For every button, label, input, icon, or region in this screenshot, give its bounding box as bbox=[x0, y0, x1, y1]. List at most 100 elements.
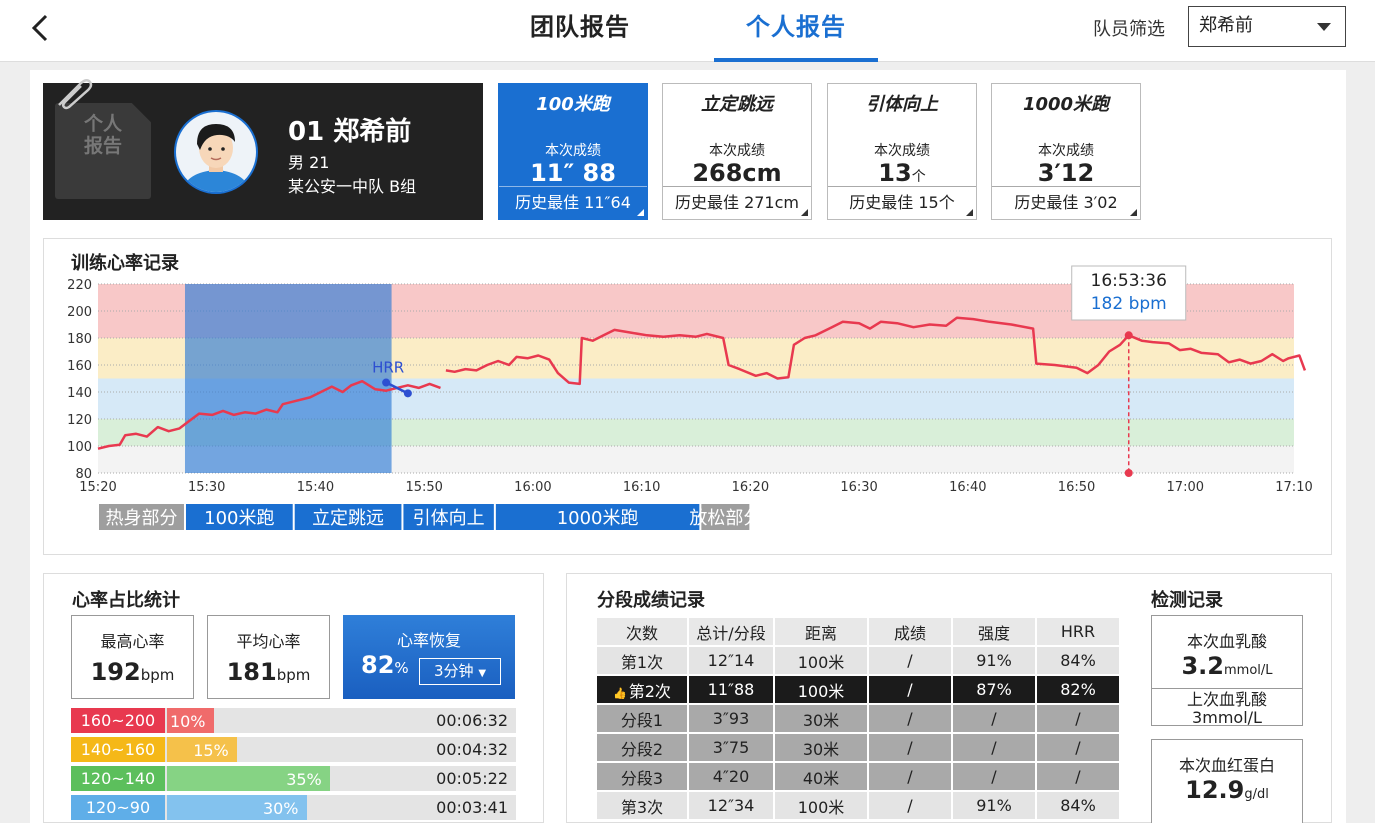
segment-cell: 91% bbox=[953, 647, 1035, 674]
hr-recovery-value: 82% bbox=[361, 651, 409, 679]
segment-column-header: HRR bbox=[1037, 618, 1119, 645]
member-filter-value: 郑希前 bbox=[1199, 15, 1253, 36]
athlete-name: 01 郑希前 bbox=[288, 117, 412, 147]
segment-cell: 30米 bbox=[775, 734, 867, 761]
marker-time: 16:53:36 bbox=[1091, 271, 1167, 291]
score-card-1000m[interactable]: 1000米跑 本次成绩 3′12 历史最佳 3′02 bbox=[991, 83, 1141, 220]
hr-zone-bar: 35% bbox=[167, 766, 330, 791]
score-card-label: 本次成绩 bbox=[874, 143, 930, 159]
caret-down-icon bbox=[1317, 23, 1331, 31]
segment-cell: / bbox=[1037, 734, 1119, 761]
y-tick-label: 220 bbox=[67, 278, 92, 293]
score-card-best: 历史最佳 3′02 bbox=[992, 186, 1140, 219]
segment-row[interactable]: 👍 第2次 11″88 100米/87% 82% bbox=[597, 676, 1119, 703]
active-range-highlight bbox=[184, 284, 392, 473]
segment-cell: / bbox=[869, 676, 951, 703]
hr-zone-bar: 10% bbox=[167, 708, 214, 733]
x-tick-label: 15:50 bbox=[405, 480, 442, 495]
segment-cell: 12″34 bbox=[689, 792, 773, 819]
segment-row[interactable]: 分段2 3″75 30米 / / / bbox=[597, 734, 1119, 761]
profile-card: 个人 报告 01 郑希前 男 21 某公安一中队 B组 bbox=[43, 79, 483, 220]
x-tick-label: 16:20 bbox=[732, 480, 769, 495]
paperclip-icon bbox=[58, 79, 93, 110]
lactate-now-label: 本次血乳酸 bbox=[1186, 632, 1267, 651]
x-tick-label: 17:10 bbox=[1275, 480, 1312, 495]
y-tick-label: 200 bbox=[67, 305, 92, 320]
segment-column-header: 成绩 bbox=[869, 618, 951, 645]
hr-zone-label: 140~160 bbox=[71, 737, 165, 762]
score-card-best: 历史最佳 15个 bbox=[828, 186, 976, 219]
x-tick-label: 15:20 bbox=[79, 480, 116, 495]
score-card-label: 本次成绩 bbox=[1038, 143, 1094, 159]
phase-label: 立定跳远 bbox=[312, 508, 384, 529]
member-filter-select[interactable]: 郑希前 bbox=[1188, 6, 1346, 47]
score-card-title: 引体向上 bbox=[866, 94, 938, 115]
back-arrow-icon[interactable] bbox=[22, 10, 58, 46]
x-tick-label: 15:40 bbox=[297, 480, 334, 495]
marker-value: 182 bpm bbox=[1091, 294, 1167, 314]
y-tick-label: 100 bbox=[67, 440, 92, 455]
segment-cell: 84% bbox=[1037, 792, 1119, 819]
segment-row[interactable]: 分段1 3″93 30米 / / / bbox=[597, 705, 1119, 732]
segment-row[interactable]: 第3次 12″34 100米/91% 84% bbox=[597, 792, 1119, 819]
phase-label: 热身部分 bbox=[105, 508, 177, 529]
max-hr-box: 最高心率 192bpm bbox=[71, 615, 194, 699]
hr-zone-row: 140~160 15% 00:04:32 bbox=[71, 737, 516, 762]
max-hr-value: 192bpm bbox=[90, 658, 175, 686]
hr-stats-title: 心率占比统计 bbox=[72, 590, 180, 611]
score-card-long-jump[interactable]: 立定跳远 本次成绩 268cm 历史最佳 271cm bbox=[662, 83, 812, 220]
tab-personal-report[interactable]: 个人报告 bbox=[714, 8, 878, 62]
segment-cell: 第3次 bbox=[597, 792, 687, 819]
segment-row[interactable]: 分段3 4″20 40米 / / / bbox=[597, 763, 1119, 790]
tab-team-report[interactable]: 团队报告 bbox=[500, 8, 660, 62]
hr-zone-label: 120~90 bbox=[71, 795, 165, 820]
segment-row[interactable]: 第1次 12″14 100米/91% 84% bbox=[597, 647, 1119, 674]
score-card-100m[interactable]: 100米跑 本次成绩 11″ 88 历史最佳 11″64 bbox=[498, 83, 648, 220]
segment-cell: / bbox=[1037, 705, 1119, 732]
heart-rate-chart: 8010012014016018020022015:20 15:30 15:40 15… bbox=[67, 265, 1313, 530]
hb-now-value: 12.9g/dl bbox=[1185, 776, 1269, 804]
avg-hr-label: 平均心率 bbox=[236, 632, 301, 651]
segment-cell: 100米 bbox=[775, 676, 867, 703]
segment-cell: 第1次 bbox=[597, 647, 687, 674]
hr-recovery-label: 心率恢复 bbox=[396, 631, 461, 650]
thumbs-up-icon: 👍 bbox=[613, 686, 627, 700]
segment-column-header: 总计/分段 bbox=[689, 618, 773, 645]
corner-triangle-icon bbox=[966, 209, 973, 216]
hr-zone-label: 160~200 bbox=[71, 708, 165, 733]
avg-hr-value: 181bpm bbox=[226, 658, 311, 686]
segment-cell: / bbox=[953, 734, 1035, 761]
segment-cell: 3″93 bbox=[689, 705, 773, 732]
segment-cell: 分段2 bbox=[597, 734, 687, 761]
lactate-box: 本次血乳酸 3.2mmol/L 上次血乳酸 3mmol/L bbox=[1151, 615, 1303, 727]
segment-cell: 👍 第2次 bbox=[597, 676, 687, 703]
score-card-label: 本次成绩 bbox=[709, 143, 765, 159]
top-header: 团队报告 个人报告 队员筛选 郑希前 bbox=[0, 0, 1375, 62]
phase-label: 1000米跑 bbox=[557, 508, 639, 529]
marker-base-point bbox=[1124, 469, 1133, 477]
phase-label: 放松部分 bbox=[689, 508, 761, 529]
hrr-label: HRR bbox=[372, 359, 404, 377]
hr-zone-time: 00:03:41 bbox=[436, 798, 508, 817]
hr-zone-row: 160~200 10% 00:06:32 bbox=[71, 708, 516, 733]
score-card-best: 历史最佳 271cm bbox=[663, 186, 811, 219]
hr-zone-time: 00:05:22 bbox=[436, 769, 508, 788]
segment-cell: 12″14 bbox=[689, 647, 773, 674]
score-card-pull-up[interactable]: 引体向上 本次成绩 13个 历史最佳 15个 bbox=[827, 83, 977, 220]
marker-point bbox=[1124, 331, 1133, 340]
x-tick-label: 16:00 bbox=[514, 480, 551, 495]
recovery-period-select[interactable]: 3分钟 ▼ bbox=[419, 658, 501, 685]
x-tick-label: 16:50 bbox=[1058, 480, 1095, 495]
x-tick-label: 16:40 bbox=[949, 480, 986, 495]
segment-cell: 87% bbox=[953, 676, 1035, 703]
x-tick-label: 16:10 bbox=[623, 480, 660, 495]
y-tick-label: 180 bbox=[67, 332, 92, 347]
score-card-title: 1000米跑 bbox=[1022, 94, 1110, 115]
segment-cell: / bbox=[869, 734, 951, 761]
segment-cell: 82% bbox=[1037, 676, 1119, 703]
hr-zone-time: 00:06:32 bbox=[436, 711, 508, 730]
segment-cell: 84% bbox=[1037, 647, 1119, 674]
segment-cell: 分段1 bbox=[597, 705, 687, 732]
segment-cell: / bbox=[869, 792, 951, 819]
phase-label: 引体向上 bbox=[413, 508, 485, 529]
